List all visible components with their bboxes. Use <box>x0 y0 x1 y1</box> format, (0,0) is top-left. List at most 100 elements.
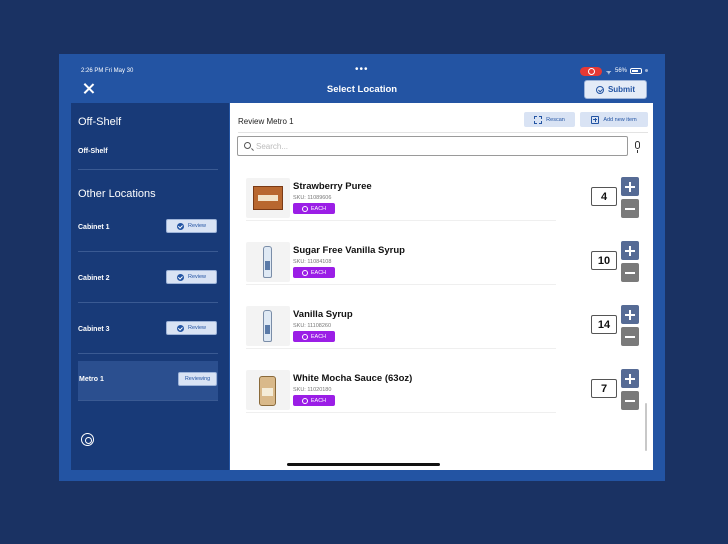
review-label: Review <box>187 223 207 229</box>
sidebar-item-label: Cabinet 3 <box>78 326 110 333</box>
product-name: Strawberry Puree <box>293 181 372 192</box>
product-name: Sugar Free Vanilla Syrup <box>293 245 405 256</box>
sidebar-item-offshelf[interactable]: Off-Shelf <box>78 136 218 170</box>
sidebar-item-cabinet-3[interactable]: Cabinet 3 Review <box>78 314 218 354</box>
row-divider <box>246 284 556 285</box>
row-divider <box>246 220 556 221</box>
battery-percent: 56% <box>615 68 628 74</box>
sidebar-item-label: Cabinet 1 <box>78 224 110 231</box>
check-circle-icon <box>176 273 184 281</box>
product-row: White Mocha Sauce (63oz) SKU: 11020180 E… <box>246 367 646 413</box>
unit-label: EACH <box>310 205 327 212</box>
gear-icon[interactable] <box>81 433 94 446</box>
row-divider <box>246 348 556 349</box>
scrollbar[interactable] <box>645 403 647 451</box>
quantity-field[interactable]: 14 <box>591 315 617 334</box>
increment-button[interactable] <box>621 305 639 324</box>
review-button[interactable]: Review <box>166 270 217 284</box>
review-button[interactable]: Review <box>166 321 217 335</box>
microphone-icon[interactable] <box>635 141 640 153</box>
row-divider <box>246 412 556 413</box>
quantity-field[interactable]: 4 <box>591 187 617 206</box>
sidebar-item-label: Off-Shelf <box>78 148 108 155</box>
search-box[interactable] <box>237 136 628 156</box>
unit-label: EACH <box>310 269 327 276</box>
scan-icon <box>534 115 543 124</box>
submit-button[interactable]: Submit <box>584 80 647 99</box>
review-button[interactable]: Review <box>166 219 217 233</box>
screen-record-icon <box>580 67 602 76</box>
product-image <box>246 178 290 218</box>
unit-badge[interactable]: EACH <box>293 331 335 342</box>
decrement-button[interactable] <box>621 199 639 218</box>
bottle-icon <box>263 310 272 342</box>
unit-label: EACH <box>310 333 327 340</box>
multitask-dots[interactable]: ••• <box>355 64 369 75</box>
review-panel: Review Metro 1 Rescan Add new item Straw… <box>230 103 653 470</box>
product-row: Sugar Free Vanilla Syrup SKU: 11084108 E… <box>246 239 646 285</box>
header: Select Location Submit <box>59 76 665 102</box>
page-title: Select Location <box>326 84 398 95</box>
rescan-button[interactable]: Rescan <box>524 112 575 127</box>
unit-icon <box>301 269 308 276</box>
tablet-screen: 2:26 PM Fri May 30 ••• ᯤ 56% Select Loca… <box>59 54 665 481</box>
jar-icon <box>259 376 276 406</box>
sidebar-item-metro-1[interactable]: Metro 1 Reviewing <box>78 361 218 401</box>
increment-button[interactable] <box>621 177 639 196</box>
reviewing-button[interactable]: Reviewing <box>178 372 217 386</box>
wifi-icon: ᯤ <box>606 70 612 76</box>
status-indicator-dot <box>645 69 648 72</box>
decrement-button[interactable] <box>621 391 639 410</box>
location-sidebar: Off-Shelf Off-Shelf Other Locations Cabi… <box>71 103 229 470</box>
check-circle-icon <box>176 324 184 332</box>
decrement-button[interactable] <box>621 327 639 346</box>
quantity-field[interactable]: 10 <box>591 251 617 270</box>
product-name: White Mocha Sauce (63oz) <box>293 373 413 384</box>
increment-button[interactable] <box>621 241 639 260</box>
unit-icon <box>301 333 308 340</box>
status-time: 2:26 PM Fri May 30 <box>81 68 134 74</box>
battery-icon <box>630 68 642 74</box>
sidebar-item-cabinet-2[interactable]: Cabinet 2 Review <box>78 263 218 303</box>
decrement-button[interactable] <box>621 263 639 282</box>
check-circle-icon <box>176 222 184 230</box>
sidebar-heading-offshelf: Off-Shelf <box>78 116 122 128</box>
product-image <box>246 242 290 282</box>
product-name: Vanilla Syrup <box>293 309 353 320</box>
unit-label: EACH <box>310 397 327 404</box>
plus-square-icon <box>591 115 600 124</box>
box-icon <box>253 186 283 210</box>
unit-badge[interactable]: EACH <box>293 395 335 406</box>
quantity-field[interactable]: 7 <box>591 379 617 398</box>
product-sku: SKU: 11108260 <box>293 323 332 329</box>
product-image <box>246 306 290 346</box>
bottle-icon <box>263 246 272 278</box>
add-new-item-button[interactable]: Add new item <box>580 112 648 127</box>
unit-badge[interactable]: EACH <box>293 203 335 214</box>
divider <box>238 132 648 133</box>
product-image <box>246 370 290 410</box>
sidebar-heading-other: Other Locations <box>78 188 156 200</box>
product-row: Strawberry Puree SKU: 11089606 EACH 4 <box>246 175 646 221</box>
product-sku: SKU: 11020180 <box>293 387 332 393</box>
sidebar-item-label: Metro 1 <box>79 376 104 383</box>
product-sku: SKU: 11084108 <box>293 259 332 265</box>
home-indicator[interactable] <box>287 463 440 466</box>
product-row: Vanilla Syrup SKU: 11108260 EACH 14 <box>246 303 646 349</box>
check-circle-icon <box>595 85 604 94</box>
add-new-item-label: Add new item <box>603 116 637 123</box>
unit-icon <box>301 205 308 212</box>
search-input[interactable] <box>256 139 616 153</box>
sidebar-item-label: Cabinet 2 <box>78 275 110 282</box>
sidebar-item-cabinet-1[interactable]: Cabinet 1 Review <box>78 212 218 252</box>
unit-icon <box>301 397 308 404</box>
increment-button[interactable] <box>621 369 639 388</box>
review-label: Review <box>187 274 207 280</box>
submit-label: Submit <box>607 85 636 94</box>
search-icon <box>244 142 251 149</box>
unit-badge[interactable]: EACH <box>293 267 335 278</box>
review-title: Review Metro 1 <box>238 117 294 126</box>
product-sku: SKU: 11089606 <box>293 195 332 201</box>
rescan-label: Rescan <box>546 116 565 123</box>
review-label: Review <box>187 325 207 331</box>
